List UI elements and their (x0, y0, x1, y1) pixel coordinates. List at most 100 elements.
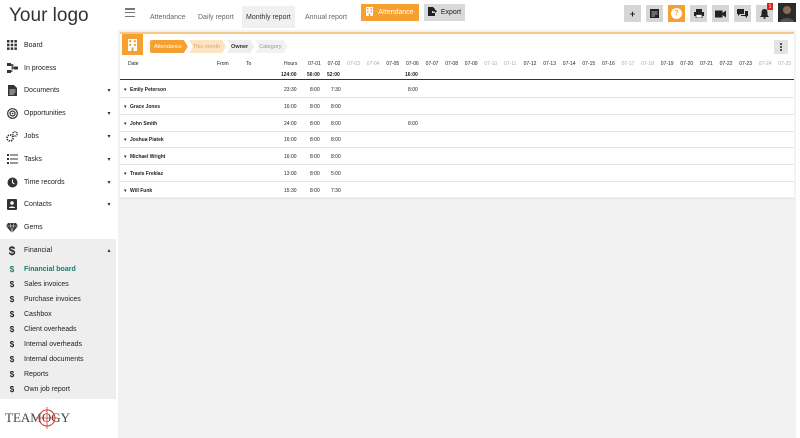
chevron-down-icon: ▾ (107, 202, 111, 209)
report-panel: Attendance This month Owner Category Dat… (120, 32, 794, 199)
col-header-day: 07-18 (641, 61, 654, 67)
row-07-06: 8:00 (408, 87, 418, 93)
sidebar-subitem-purchase-invoices[interactable]: $ Purchase invoices (0, 292, 116, 307)
tab-monthly-report[interactable]: Monthly report (242, 6, 295, 28)
col-header-day: 07-01 (308, 61, 321, 67)
dollar-icon: $ (9, 340, 15, 349)
sidebar-item-jobs[interactable]: Jobs ▾ (0, 125, 116, 148)
employee-name: Will Funk (130, 187, 153, 194)
target-icon (0, 108, 24, 120)
row-hours: 16:00 (284, 137, 297, 144)
chevron-up-icon: ▴ (107, 248, 111, 255)
expand-caret-icon[interactable]: ▾ (124, 121, 127, 127)
total-hours: 124:00 (281, 72, 297, 78)
employee-name: Grace Jones (130, 103, 161, 110)
subitem-label: Client overheads (24, 326, 77, 333)
row-07-01: 8:00 (310, 103, 320, 110)
tab-attendance[interactable]: Attendance (146, 6, 189, 28)
gears-icon (0, 131, 24, 142)
sidebar-subitem-sales-invoices[interactable]: $ Sales invoices (0, 277, 116, 292)
breadcrumb: Attendance This month Owner Category (150, 40, 289, 53)
sidebar-item-board[interactable]: Board (0, 34, 116, 57)
sidebar-subitem-client-overheads[interactable]: $ Client overheads (0, 322, 116, 337)
sidebar-subitem-financial-board[interactable]: $ Financial board (0, 262, 116, 277)
col-header-date: Date (128, 61, 139, 67)
sidebar-subitem-internal-documents[interactable]: $ Internal documents (0, 352, 116, 367)
total-07-01: 56:00 (307, 72, 320, 78)
tasks-icon (0, 154, 24, 165)
expand-caret-icon[interactable]: ▾ (124, 171, 127, 177)
sidebar-subitem-cashbox[interactable]: $ Cashbox (0, 307, 116, 322)
col-header-hours: Hours (284, 61, 298, 67)
col-header-day: 07-11 (504, 61, 517, 67)
clock-icon (0, 177, 24, 188)
export-icon (427, 7, 438, 18)
sidebar-item-label: Board (24, 41, 43, 49)
expand-caret-icon[interactable]: ▾ (124, 188, 127, 194)
subitem-label: Internal documents (24, 356, 84, 363)
expand-caret-icon[interactable]: ▾ (124, 154, 127, 160)
sidebar-item-financial[interactable]: $ Financial ▴ (0, 239, 116, 262)
breadcrumb-owner[interactable]: Owner (227, 40, 254, 53)
header-divider (120, 79, 794, 80)
help-label: ? (671, 8, 682, 19)
sidebar-item-documents[interactable]: Documents ▾ (0, 80, 116, 103)
print-icon[interactable] (690, 5, 707, 22)
sidebar-subitem-own-job-report[interactable]: $ Own job report (0, 382, 116, 397)
sidebar-item-gems[interactable]: Gems (0, 216, 116, 239)
employee-name: John Smith (130, 120, 158, 127)
expand-caret-icon[interactable]: ▾ (124, 104, 127, 110)
tab-annual-report[interactable]: Annual report (301, 6, 351, 28)
sidebar-item-tasks[interactable]: Tasks ▾ (0, 148, 116, 171)
bell-icon[interactable]: 1 (756, 3, 773, 22)
col-header-from: From (217, 61, 229, 67)
dollar-icon: $ (8, 243, 16, 258)
sidebar-subitem-internal-overheads[interactable]: $ Internal overheads (0, 337, 116, 352)
chat-icon[interactable] (734, 5, 751, 22)
expand-caret-icon[interactable]: ▾ (124, 87, 127, 93)
total-07-06: 16:00 (405, 72, 418, 78)
col-header-day: 07-04 (366, 61, 380, 67)
breadcrumb-attendance[interactable]: Attendance (150, 40, 188, 53)
row-07-01: 8:00 (310, 137, 320, 144)
sidebar-item-label: Contacts (24, 201, 52, 209)
export-button[interactable]: Export (424, 4, 465, 21)
contacts-icon (0, 199, 24, 211)
row-07-02: 5:00 (331, 171, 341, 177)
expand-caret-icon[interactable]: ▾ (124, 137, 127, 143)
menu-icon[interactable] (125, 8, 135, 18)
attendance-button-label: Attendance (378, 9, 414, 16)
tab-daily-report[interactable]: Daily report (194, 6, 238, 28)
subitem-label: Purchase invoices (24, 296, 81, 303)
help-icon[interactable]: ? (668, 5, 685, 22)
sidebar-item-opportunities[interactable]: Opportunities ▾ (0, 102, 116, 125)
avatar[interactable] (778, 3, 796, 22)
video-icon[interactable] (712, 5, 729, 22)
sidebar-item-in-process[interactable]: In process (0, 57, 116, 80)
sidebar-item-label: Gems (24, 224, 43, 232)
notification-badge: 1 (767, 3, 773, 10)
row-07-01: 8:00 (310, 120, 320, 127)
logo: Your logo (9, 5, 89, 26)
chevron-down-icon: ▾ (107, 179, 111, 186)
row-07-02: 8:00 (331, 137, 341, 144)
sidebar-item-label: Documents (24, 87, 60, 95)
sidebar-subitem-reports[interactable]: $ Reports (0, 367, 116, 382)
sidebar-item-time-records[interactable]: Time records ▾ (0, 171, 116, 194)
row-07-02: 8:00 (331, 120, 341, 127)
subitem-label: Cashbox (24, 311, 52, 318)
grid-icon (0, 40, 24, 51)
dollar-icon: $ (9, 370, 15, 379)
attendance-button[interactable]: Attendance (361, 4, 419, 21)
notes-icon[interactable] (646, 5, 663, 22)
building-icon[interactable] (122, 34, 143, 55)
breadcrumb-category[interactable]: Category (255, 40, 287, 53)
main-content: Attendance This month Owner Category Dat… (118, 30, 796, 438)
sidebar-item-contacts[interactable]: Contacts ▾ (0, 194, 116, 217)
breadcrumb-this-month[interactable]: This month (189, 40, 226, 53)
add-icon[interactable]: + (624, 5, 641, 22)
row-divider (120, 181, 794, 182)
sidebar-item-label: Opportunities (24, 110, 66, 118)
subitem-label: Internal overheads (24, 341, 82, 348)
more-options-icon[interactable] (774, 40, 788, 54)
